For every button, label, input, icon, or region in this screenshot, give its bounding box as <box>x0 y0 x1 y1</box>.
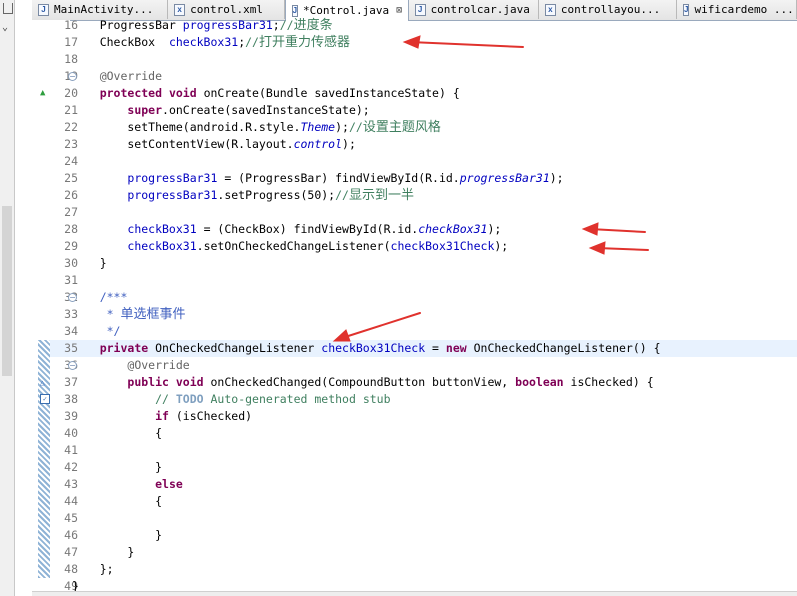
change-indicator <box>38 442 50 459</box>
code-text: progressBar31 = (ProgressBar) findViewBy… <box>127 171 564 185</box>
package-explorer-strip: ⌄ <box>0 0 15 596</box>
code-line[interactable]: 44 { <box>38 493 797 510</box>
code-text: setContentView(R.layout.control); <box>72 137 356 151</box>
code-text: { <box>72 494 163 508</box>
code-line[interactable]: 39 if (isChecked) <box>38 408 797 425</box>
code-line[interactable]: 24 <box>38 153 797 170</box>
code-line[interactable]: 47 } <box>38 544 797 561</box>
change-indicator <box>38 476 50 493</box>
change-indicator <box>38 425 50 442</box>
code-text: @Override <box>99 69 163 83</box>
tab-label: control.xml <box>190 3 263 16</box>
code-text: ProgressBar progressBar31;//进度条 <box>72 18 333 33</box>
code-text: public void onCheckedChanged(CompoundBut… <box>127 375 654 389</box>
close-tab-icon[interactable]: ⊠ <box>396 5 402 16</box>
code-line[interactable]: 42 } <box>38 459 797 476</box>
code-text: if (isChecked) <box>155 409 253 423</box>
code-text: { <box>72 426 163 440</box>
code-line[interactable]: 28 checkBox31 = (CheckBox) findViewById(… <box>38 221 797 238</box>
tab-label: controllayou... <box>560 3 661 16</box>
code-line[interactable]: 48 }; <box>38 561 797 578</box>
change-indicator <box>38 493 50 510</box>
chevron-down-icon[interactable]: ⌄ <box>2 22 8 33</box>
code-line[interactable]: ✓ 38 // TODO Auto-generated method stub <box>38 391 797 408</box>
minimize-icon[interactable] <box>3 3 13 14</box>
tab-label: MainActivity... <box>54 3 154 16</box>
code-line[interactable]: 26 progressBar31.setProgress(50);//显示到一半 <box>38 187 797 204</box>
java-file-icon: J <box>291 4 299 17</box>
change-indicator <box>38 510 50 527</box>
code-text: progressBar31.setProgress(50);//显示到一半 <box>127 188 414 203</box>
code-line[interactable]: 45 <box>38 510 797 527</box>
code-text: * 单选框事件 <box>106 307 186 322</box>
xml-file-icon: x <box>544 3 556 16</box>
java-file-icon: J <box>414 3 426 16</box>
code-text: @Override <box>127 358 190 372</box>
change-indicator <box>38 459 50 476</box>
change-indicator <box>38 527 50 544</box>
code-text: checkBox31.setOnCheckedChangeListener(ch… <box>127 239 509 253</box>
code-line[interactable]: 22 setTheme(android.R.style.Theme);//设置主… <box>38 119 797 136</box>
xml-file-icon: x <box>174 3 186 16</box>
code-text: } <box>72 460 163 474</box>
code-text: } <box>72 545 135 559</box>
line-number: 24 <box>64 154 78 168</box>
code-text: super.onCreate(savedInstanceState); <box>127 103 370 117</box>
tab-label: wificardemo ... <box>694 3 794 16</box>
code-line[interactable]: 43 else <box>38 476 797 493</box>
code-line[interactable]: 18 <box>38 51 797 68</box>
code-text: } <box>72 528 163 542</box>
code-text: protected void onCreate(Bundle savedInst… <box>99 86 460 100</box>
code-line[interactable]: 34 */ <box>38 323 797 340</box>
override-marker-icon: ▲ <box>40 88 46 98</box>
code-text: }; <box>72 562 114 576</box>
code-line[interactable]: 40 { <box>38 425 797 442</box>
code-line[interactable]: 19− @Override <box>38 68 797 85</box>
code-line[interactable]: ▲ 20 protected void onCreate(Bundle saved… <box>38 85 797 102</box>
implements-marker-icon: △ <box>40 378 45 387</box>
line-number: 41 <box>64 443 78 457</box>
line-number: 18 <box>64 52 78 66</box>
code-text: private OnCheckedChangeListener checkBox… <box>99 341 661 355</box>
line-number: 27 <box>64 205 78 219</box>
code-line[interactable]: 41 <box>38 442 797 459</box>
code-line[interactable]: 46 } <box>38 527 797 544</box>
change-indicator <box>38 544 50 561</box>
code-line[interactable]: 27 <box>38 204 797 221</box>
change-indicator <box>38 561 50 578</box>
line-number: 31 <box>64 273 78 287</box>
java-file-icon: J <box>683 3 690 16</box>
code-line[interactable]: 30 } <box>38 255 797 272</box>
code-text: CheckBox checkBox31;//打开重力传感器 <box>72 35 350 50</box>
horizontal-scrollbar[interactable] <box>32 591 797 596</box>
change-indicator <box>38 357 50 374</box>
code-line[interactable]: 31 <box>38 272 797 289</box>
code-line[interactable]: 16 ProgressBar progressBar31;//进度条 <box>38 17 797 34</box>
code-line[interactable]: △ 37 public void onCheckedChanged(Compoun… <box>38 374 797 391</box>
code-line[interactable]: 32− /*** <box>38 289 797 306</box>
sidebar-scrollbar[interactable] <box>2 206 12 376</box>
code-line[interactable]: 25 progressBar31 = (ProgressBar) findVie… <box>38 170 797 187</box>
line-number: 45 <box>64 511 78 525</box>
code-line[interactable]: 29 checkBox31.setOnCheckedChangeListener… <box>38 238 797 255</box>
code-line[interactable]: 21 super.onCreate(savedInstanceState); <box>38 102 797 119</box>
code-line[interactable]: 33 * 单选框事件 <box>38 306 797 323</box>
code-line[interactable]: 36− @Override <box>38 357 797 374</box>
java-file-icon: J <box>38 3 49 16</box>
tab-label: *Control.java <box>303 4 390 17</box>
code-line[interactable]: 17 CheckBox checkBox31;//打开重力传感器 <box>38 34 797 51</box>
code-text: else <box>155 477 183 491</box>
tab-label: controlcar.java <box>430 3 530 16</box>
code-text: // TODO Auto-generated method stub <box>155 392 391 406</box>
change-indicator <box>38 340 50 357</box>
change-indicator <box>38 408 50 425</box>
code-text: /*** <box>99 290 128 304</box>
code-line[interactable]: 35 private OnCheckedChangeListener check… <box>38 340 797 357</box>
code-text: */ <box>106 324 121 338</box>
code-text: checkBox31 = (CheckBox) findViewById(R.i… <box>127 222 502 236</box>
code-text: } <box>72 256 107 270</box>
code-text: setTheme(android.R.style.Theme);//设置主题风格 <box>72 120 441 135</box>
code-line[interactable]: 23 setContentView(R.layout.control); <box>38 136 797 153</box>
task-marker-icon: ✓ <box>40 394 50 404</box>
